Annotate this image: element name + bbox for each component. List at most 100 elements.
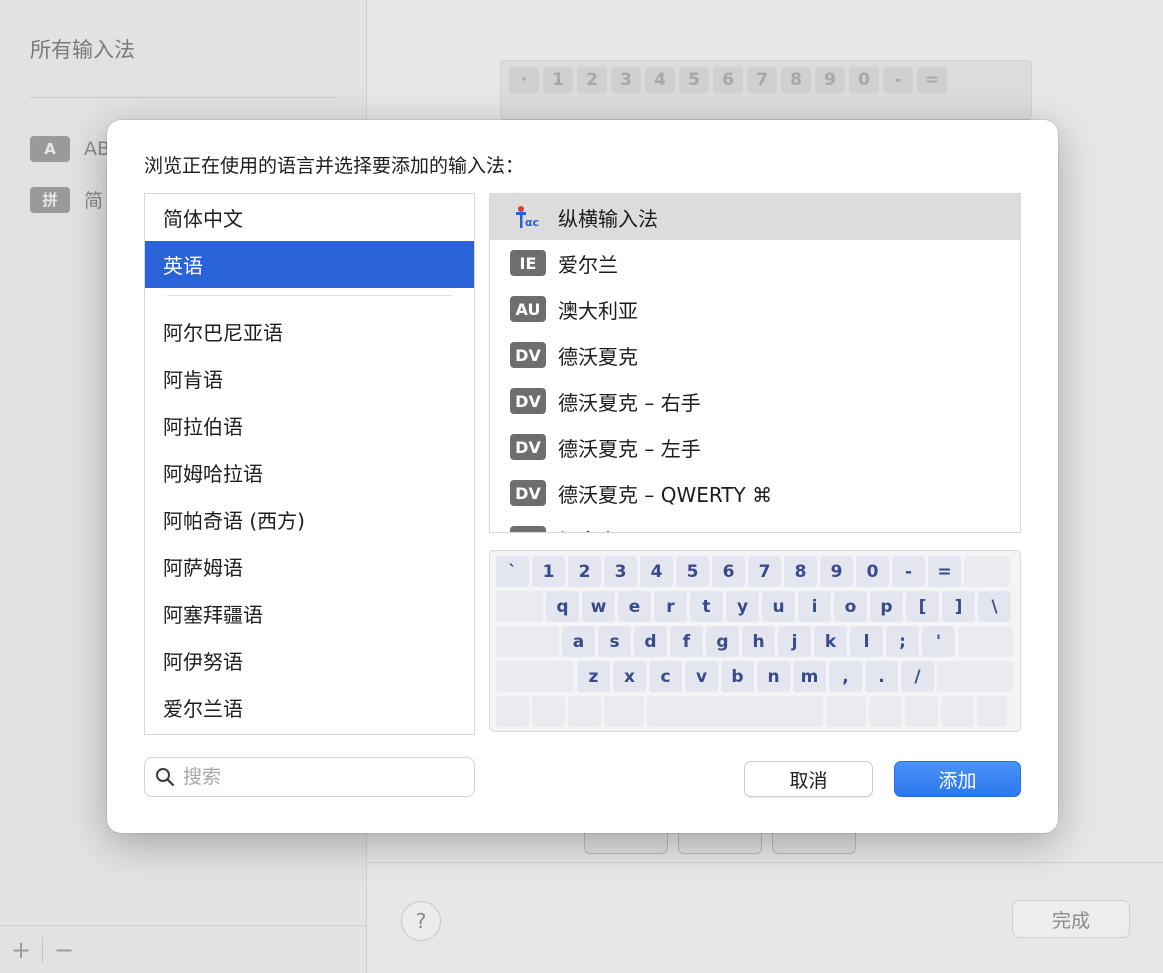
keyboard-preview: ` 1 2 3 4 5 6 7 8 9 0- = q w e r t y u i o p[] \ a s d f g h j k l; ' z x c…: [489, 550, 1021, 732]
language-item-simplified-chinese[interactable]: 简体中文: [145, 194, 474, 241]
input-method-item[interactable]: DV 德沃夏克 – QWERTY ⌘: [490, 470, 1020, 516]
keyboard-blank-key: [532, 696, 565, 727]
search-input[interactable]: [183, 766, 433, 788]
keyboard-key: z: [577, 661, 610, 692]
keyboard-key: a: [562, 626, 595, 657]
input-method-item[interactable]: AU 澳大利亚: [490, 286, 1020, 332]
input-method-item[interactable]: DV 德沃夏克 – 右手: [490, 378, 1020, 424]
background-key: 3: [611, 67, 641, 93]
keyboard-blank-key: [958, 626, 1013, 657]
keyboard-blank-key: [869, 696, 902, 727]
language-item[interactable]: 阿塞拜疆语: [145, 590, 474, 637]
keyboard-blank-key: [496, 696, 529, 727]
keyboard-blank-key: [604, 696, 644, 727]
input-method-item[interactable]: αc 纵横输入法: [490, 194, 1020, 240]
input-method-list[interactable]: αc 纵横输入法 IE 爱尔兰 AU 澳大利亚 DV 德沃夏克 DV 德沃夏克 – 右手 DV 德沃夏…: [489, 193, 1021, 533]
keyboard-key: /: [901, 661, 934, 692]
keyboard-key: u: [762, 591, 795, 622]
keyboard-row: a s d f g h j k l; ': [496, 626, 1014, 657]
dialog-prompt: 浏览正在使用的语言并选择要添加的输入法：: [144, 155, 525, 177]
sidebar-bottom-bar: + −: [0, 925, 367, 973]
add-button[interactable]: 添加: [894, 761, 1021, 797]
keyboard-key: j: [778, 626, 811, 657]
remove-input-method-button[interactable]: −: [43, 936, 85, 964]
background-key: 1: [543, 67, 573, 93]
input-source-badge-icon: CA: [510, 526, 546, 532]
keyboard-key: m: [793, 661, 826, 692]
keyboard-key: 9: [820, 556, 853, 587]
language-item-english[interactable]: 英语: [145, 241, 474, 288]
keyboard-key: 5: [676, 556, 709, 587]
help-button[interactable]: ?: [401, 901, 441, 941]
keyboard-row: [496, 696, 1014, 727]
input-source-badge-icon: DV: [510, 480, 546, 506]
keyboard-key: v: [685, 661, 718, 692]
background-key: -: [883, 67, 913, 93]
keyboard-key: \: [978, 591, 1011, 622]
language-search-field[interactable]: [144, 757, 475, 797]
search-icon: [156, 768, 175, 787]
keyboard-key: h: [742, 626, 775, 657]
keyboard-key: i: [798, 591, 831, 622]
input-source-badge-icon: DV: [510, 342, 546, 368]
keyboard-row: z x c v b n m,. /: [496, 661, 1014, 692]
cancel-button[interactable]: 取消: [744, 761, 873, 797]
language-item[interactable]: 阿尔巴尼亚语: [145, 308, 474, 355]
keyboard-key: 6: [712, 556, 745, 587]
input-method-label: 澳大利亚: [558, 298, 638, 323]
keyboard-key: d: [634, 626, 667, 657]
done-button[interactable]: 完成: [1012, 900, 1130, 938]
keyboard-key: [: [906, 591, 939, 622]
abc-badge-icon: A: [30, 136, 70, 162]
keyboard-key: ': [922, 626, 955, 657]
keyboard-key: ]: [942, 591, 975, 622]
language-item[interactable]: 阿肯语: [145, 355, 474, 402]
language-list[interactable]: 简体中文 英语 阿尔巴尼亚语 阿肯语 阿拉伯语 阿姆哈拉语 阿帕奇语 (西方) 阿萨姆语阿…: [144, 193, 475, 735]
keyboard-key: c: [649, 661, 682, 692]
keyboard-key: 2: [568, 556, 601, 587]
sidebar-divider: [30, 97, 336, 98]
sidebar-item-abc[interactable]: A AB: [30, 136, 110, 162]
keyboard-blank-key: [941, 696, 974, 727]
input-method-item[interactable]: IE 爱尔兰: [490, 240, 1020, 286]
input-method-label: 德沃夏克 – 右手: [558, 390, 701, 415]
add-input-method-dialog: 浏览正在使用的语言并选择要添加的输入法： 简体中文 英语 阿尔巴尼亚语 阿肯语 阿拉…: [107, 120, 1058, 833]
input-method-item[interactable]: DV 德沃夏克: [490, 332, 1020, 378]
keyboard-row: q w e r t y u i o p[] \: [496, 591, 1014, 622]
input-source-badge-icon: IE: [510, 250, 546, 276]
keyboard-key: ,: [829, 661, 862, 692]
keyboard-key: t: [690, 591, 723, 622]
keyboard-key: x: [613, 661, 646, 692]
language-item[interactable]: 阿萨姆语: [145, 543, 474, 590]
keyboard-key: `: [496, 556, 529, 587]
input-method-item[interactable]: CA 加拿大: [490, 516, 1020, 533]
input-method-label: 加拿大: [558, 525, 618, 533]
sidebar-item-label: 简: [84, 190, 104, 212]
language-item[interactable]: 爱尔兰语: [145, 684, 474, 731]
language-item[interactable]: 阿帕奇语 (西方): [145, 496, 474, 543]
keyboard-key: s: [598, 626, 631, 657]
background-key: 9: [815, 67, 845, 93]
add-input-method-button[interactable]: +: [0, 936, 42, 964]
language-item[interactable]: 阿姆哈拉语: [145, 449, 474, 496]
background-keyboard-preview: · 1 2 3 4 5 6 7 8 9 0- =: [500, 60, 1032, 120]
background-key: 4: [645, 67, 675, 93]
keyboard-key: 3: [604, 556, 637, 587]
language-item[interactable]: 阿拉伯语: [145, 402, 474, 449]
keyboard-key: ;: [886, 626, 919, 657]
keyboard-key: =: [928, 556, 961, 587]
keyboard-blank-key: [905, 696, 938, 727]
keyboard-key: p: [870, 591, 903, 622]
language-item[interactable]: 阿伊努语: [145, 637, 474, 684]
keyboard-key: o: [834, 591, 867, 622]
keyboard-blank-key: [977, 696, 1007, 727]
keyboard-key: w: [582, 591, 615, 622]
pinyin-badge-icon: 拼: [30, 186, 70, 213]
keyboard-key: f: [670, 626, 703, 657]
keyboard-key: y: [726, 591, 759, 622]
input-source-badge-icon: DV: [510, 388, 546, 414]
keyboard-key: -: [892, 556, 925, 587]
input-method-item[interactable]: DV 德沃夏克 – 左手: [490, 424, 1020, 470]
keyboard-key: r: [654, 591, 687, 622]
sidebar-item-pinyin[interactable]: 拼 简: [30, 186, 103, 213]
